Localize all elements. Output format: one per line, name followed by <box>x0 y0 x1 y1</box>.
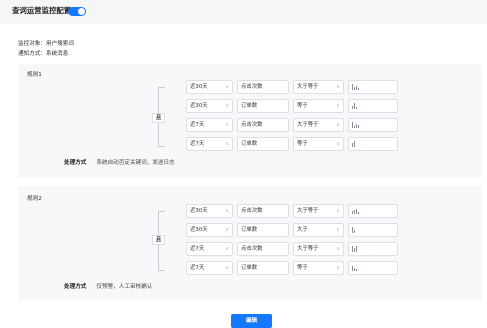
page-header: 查词运营监控配置 <box>0 0 487 24</box>
period-select[interactable]: 近7天 ∨ <box>186 261 233 275</box>
operator-value: 大于等于 <box>297 84 319 90</box>
metric-value: 点击次数 <box>241 246 263 252</box>
monitor-enable-toggle[interactable] <box>68 7 86 16</box>
monitor-target: 监控对象：用户搜索词 <box>18 41 74 47</box>
operator-value: 等于 <box>297 141 308 147</box>
operator-select[interactable]: 等于 ∨ <box>293 99 344 113</box>
chevron-down-icon: ∨ <box>336 265 340 271</box>
chevron-down-icon: ∨ <box>225 265 229 271</box>
period-select[interactable]: 近30天 ∨ <box>186 204 233 218</box>
handle-value: 仅预警，人工审核确认 <box>96 284 153 290</box>
metric-select[interactable]: 订单数 <box>237 99 289 113</box>
period-select[interactable]: 近7天 ∨ <box>186 242 233 256</box>
notify-method: 通知方式：系统消息 <box>18 51 69 57</box>
rule-card-2: 规则2 且 近30天 ∨ 点击次数 大于等于 ∨ 近30天 ∨ 订单数 大于 ∨ 近7天… <box>18 186 482 300</box>
logic-and-badge[interactable]: 且 <box>152 113 165 123</box>
logic-and-badge[interactable]: 且 <box>152 235 165 245</box>
page-title: 查词运营监控配置 <box>12 6 72 15</box>
chevron-down-icon: ∨ <box>336 141 340 147</box>
edit-button[interactable]: 编辑 <box>231 314 272 328</box>
rule-title: 规则2 <box>27 196 42 202</box>
chevron-down-icon: ∨ <box>225 208 229 214</box>
period-select[interactable]: 近30天 ∨ <box>186 223 233 237</box>
period-value: 近30天 <box>190 208 208 214</box>
handle-label: 处理方式 <box>64 284 87 290</box>
chevron-down-icon: ∨ <box>225 246 229 252</box>
operator-value: 大于等于 <box>297 208 319 214</box>
handle-method-row: 处理方式 系统自动否定关键词，发送日志 <box>64 159 175 167</box>
metric-value: 订单数 <box>241 265 258 271</box>
chevron-down-icon: ∨ <box>225 84 229 90</box>
condition-row: 近30天 ∨ 订单数 大于 ∨ <box>186 223 398 237</box>
threshold-input[interactable] <box>348 242 398 256</box>
threshold-input[interactable] <box>348 223 398 237</box>
handle-value: 系统自动否定关键词，发送日志 <box>96 160 175 166</box>
threshold-input[interactable] <box>348 204 398 218</box>
threshold-input[interactable] <box>348 80 398 94</box>
operator-select[interactable]: 大于等于 ∨ <box>293 242 344 256</box>
condition-row: 近7天 ∨ 订单数 等于 ∨ <box>186 261 398 275</box>
threshold-input[interactable] <box>348 99 398 113</box>
operator-value: 大于等于 <box>297 122 319 128</box>
period-value: 近7天 <box>190 122 205 128</box>
period-value: 近7天 <box>190 246 205 252</box>
metric-value: 订单数 <box>241 141 258 147</box>
operator-value: 等于 <box>297 103 308 109</box>
metric-value: 点击次数 <box>241 84 263 90</box>
operator-select[interactable]: 大于等于 ∨ <box>293 118 344 132</box>
threshold-input[interactable] <box>348 118 398 132</box>
period-select[interactable]: 近30天 ∨ <box>186 99 233 113</box>
period-value: 近30天 <box>190 103 208 109</box>
condition-row: 近30天 ∨ 点击次数 大于等于 ∨ <box>186 80 398 94</box>
chevron-down-icon: ∨ <box>336 84 340 90</box>
metric-select[interactable]: 订单数 <box>237 261 289 275</box>
rule-card-1: 规则1 且 近30天 ∨ 点击次数 大于等于 ∨ 近30天 ∨ 订单数 等于 ∨ 近7天… <box>18 64 482 178</box>
metric-select[interactable]: 订单数 <box>237 137 289 151</box>
operator-select[interactable]: 大于 ∨ <box>293 223 344 237</box>
operator-value: 大于等于 <box>297 246 319 252</box>
period-value: 近7天 <box>190 265 205 271</box>
metric-value: 点击次数 <box>241 208 263 214</box>
metric-value: 点击次数 <box>241 122 263 128</box>
condition-row: 近30天 ∨ 订单数 等于 ∨ <box>186 99 398 113</box>
chevron-down-icon: ∨ <box>225 227 229 233</box>
chevron-down-icon: ∨ <box>336 208 340 214</box>
period-select[interactable]: 近7天 ∨ <box>186 137 233 151</box>
operator-select[interactable]: 等于 ∨ <box>293 137 344 151</box>
operator-select[interactable]: 等于 ∨ <box>293 261 344 275</box>
threshold-input[interactable] <box>348 137 398 151</box>
operator-value: 等于 <box>297 265 308 271</box>
metric-value: 订单数 <box>241 103 258 109</box>
chevron-down-icon: ∨ <box>336 122 340 128</box>
metric-select[interactable]: 点击次数 <box>237 204 289 218</box>
condition-row: 近30天 ∨ 点击次数 大于等于 ∨ <box>186 204 398 218</box>
handle-label: 处理方式 <box>64 160 87 166</box>
toggle-knob <box>78 8 85 15</box>
handle-method-row: 处理方式 仅预警，人工审核确认 <box>64 283 152 291</box>
chevron-down-icon: ∨ <box>225 141 229 147</box>
rule-title: 规则1 <box>27 72 42 78</box>
chevron-down-icon: ∨ <box>225 103 229 109</box>
metric-select[interactable]: 点击次数 <box>237 118 289 132</box>
period-value: 近7天 <box>190 141 205 147</box>
chevron-down-icon: ∨ <box>336 246 340 252</box>
period-select[interactable]: 近30天 ∨ <box>186 80 233 94</box>
metric-value: 订单数 <box>241 227 258 233</box>
metric-select[interactable]: 点击次数 <box>237 80 289 94</box>
condition-row: 近7天 ∨ 点击次数 大于等于 ∨ <box>186 118 398 132</box>
metric-select[interactable]: 点击次数 <box>237 242 289 256</box>
metric-select[interactable]: 订单数 <box>237 223 289 237</box>
period-select[interactable]: 近7天 ∨ <box>186 118 233 132</box>
chevron-down-icon: ∨ <box>336 103 340 109</box>
chevron-down-icon: ∨ <box>225 122 229 128</box>
period-value: 近30天 <box>190 84 208 90</box>
condition-row: 近7天 ∨ 点击次数 大于等于 ∨ <box>186 242 398 256</box>
operator-value: 大于 <box>297 227 308 233</box>
period-value: 近30天 <box>190 227 208 233</box>
condition-row: 近7天 ∨ 订单数 等于 ∨ <box>186 137 398 151</box>
chevron-down-icon: ∨ <box>336 227 340 233</box>
operator-select[interactable]: 大于等于 ∨ <box>293 80 344 94</box>
operator-select[interactable]: 大于等于 ∨ <box>293 204 344 218</box>
threshold-input[interactable] <box>348 261 398 275</box>
